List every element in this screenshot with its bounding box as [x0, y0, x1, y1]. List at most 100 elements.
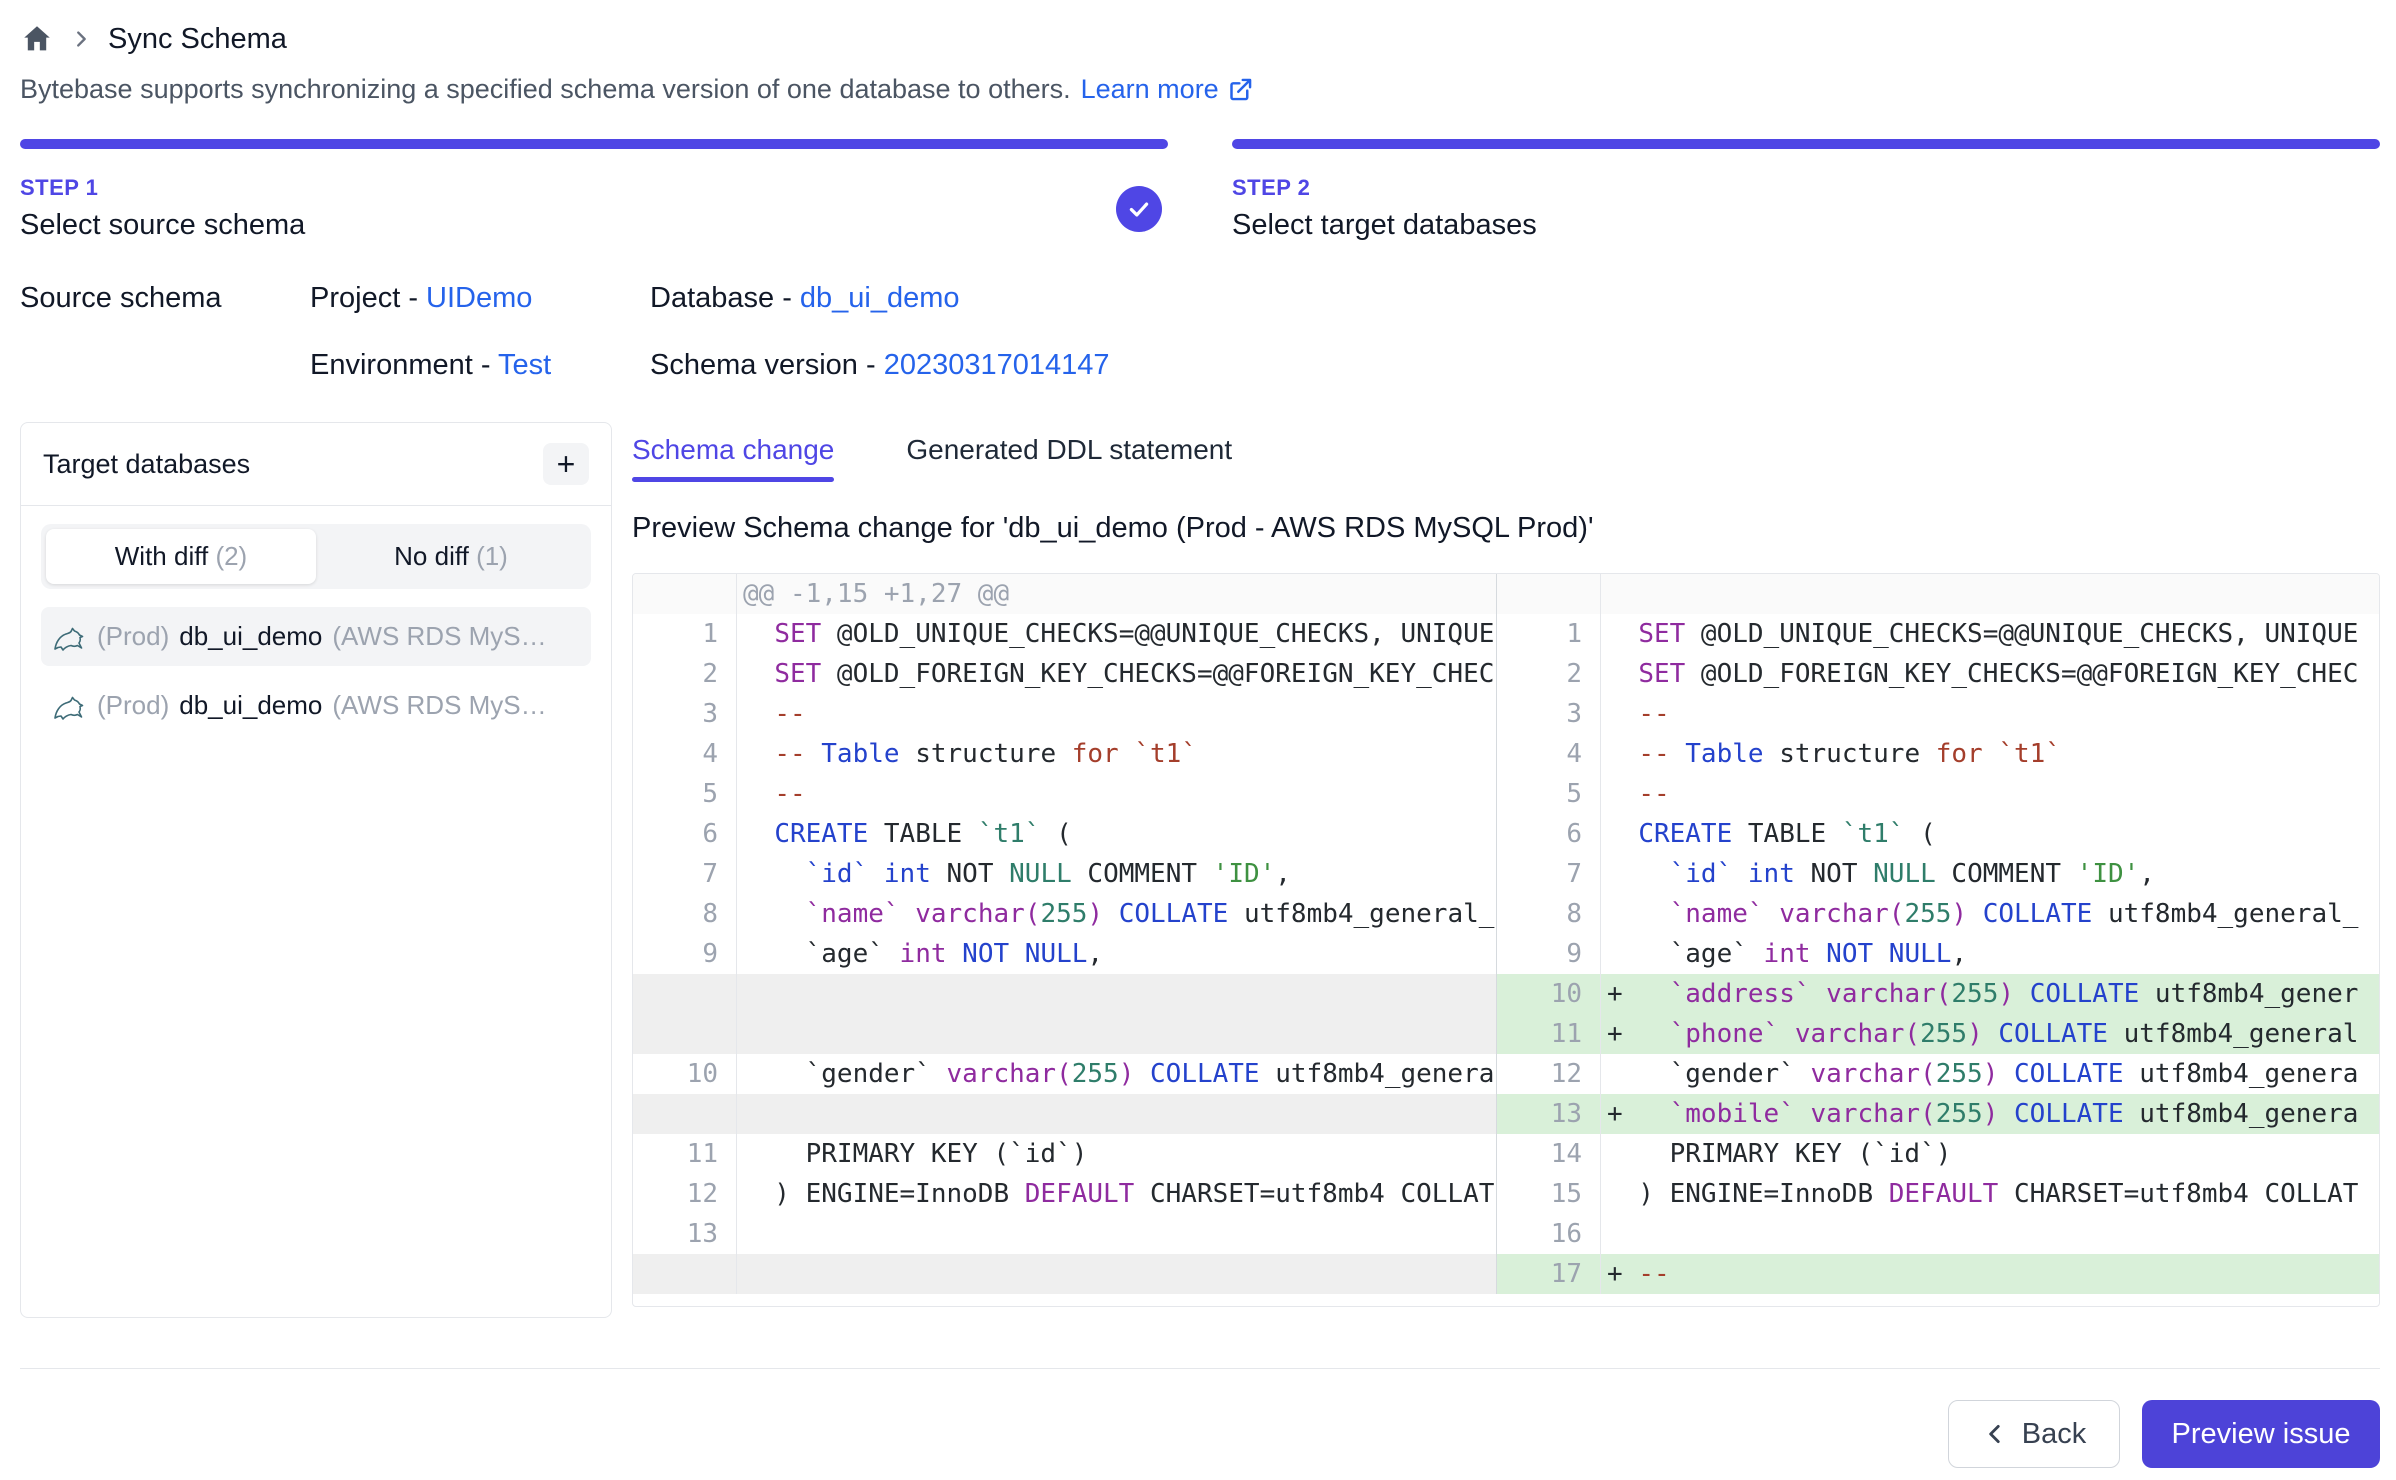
diff-code-left: `id` int NOT NULL COMMENT 'ID', — [737, 854, 1497, 894]
db-environment: (Prod) — [97, 690, 169, 721]
diff-code-right: + `address` varchar(255) COLLATE utf8mb4… — [1601, 974, 2379, 1014]
diff-code-left: CREATE TABLE `t1` ( — [737, 814, 1497, 854]
step-2-title: Select target databases — [1232, 209, 1537, 242]
diff-code-right: `gender` varchar(255) COLLATE utf8mb4_ge… — [1601, 1054, 2379, 1094]
db-environment: (Prod) — [97, 621, 169, 652]
diff-line-number-left: 8 — [633, 894, 737, 934]
learn-more-link[interactable]: Learn more — [1081, 74, 1254, 105]
diff-code-left — [737, 1214, 1497, 1254]
environment-link[interactable]: Test — [498, 349, 551, 381]
tab-generated-ddl-statement[interactable]: Generated DDL statement — [906, 434, 1232, 482]
diff-code-right: -- — [1601, 694, 2379, 734]
diff-line-number-right: 17 — [1497, 1254, 1601, 1294]
source-schema-label: Source schema — [20, 282, 310, 382]
diff-header-gutter-right — [1497, 574, 1601, 614]
step-1-label: STEP 1 — [20, 175, 305, 201]
step-2-label: STEP 2 — [1232, 175, 1537, 201]
target-databases-title: Target databases — [43, 449, 250, 480]
diff-line-number-right: 3 — [1497, 694, 1601, 734]
diff-code-right: `id` int NOT NULL COMMENT 'ID', — [1601, 854, 2379, 894]
diff-line-number-left: 6 — [633, 814, 737, 854]
source-schema-summary: Source schema Project - UIDemo Database … — [20, 282, 2380, 382]
diff-line-number-left: 3 — [633, 694, 737, 734]
back-button[interactable]: Back — [1948, 1400, 2120, 1468]
diff-code-left: PRIMARY KEY (`id`) — [737, 1134, 1497, 1174]
diff-line-number-right: 15 — [1497, 1174, 1601, 1214]
diff-line-number-left: 9 — [633, 934, 737, 974]
diff-code-right — [1601, 1214, 2379, 1254]
schema-version-link[interactable]: 20230317014147 — [884, 349, 1110, 381]
target-databases-panel: Target databases + With diff (2)No diff … — [20, 422, 612, 1318]
diff-code-right: -- Table structure for `t1` — [1601, 734, 2379, 774]
mysql-icon — [53, 622, 87, 652]
diff-line-number-right: 9 — [1497, 934, 1601, 974]
diff-code-left: `gender` varchar(255) COLLATE utf8mb4_ge… — [737, 1054, 1497, 1094]
diff-code-right: SET @OLD_FOREIGN_KEY_CHECKS=@@FOREIGN_KE… — [1601, 654, 2379, 694]
target-database-list: (Prod) db_ui_demo (AWS RDS MyS…(Prod) db… — [41, 607, 591, 735]
db-instance: (AWS RDS MyS… — [332, 690, 546, 721]
diff-line-number-right: 7 — [1497, 854, 1601, 894]
diff-line-number-left: 4 — [633, 734, 737, 774]
diff-line-number-right: 1 — [1497, 614, 1601, 654]
diff-code-left: -- — [737, 774, 1497, 814]
step-1-completed-check-icon — [1116, 186, 1162, 232]
diff-code-left — [737, 1094, 1497, 1134]
diff-line-number-right: 11 — [1497, 1014, 1601, 1054]
diff-code-left — [737, 1254, 1497, 1294]
diff-line-number-left — [633, 974, 737, 1014]
diff-code-right: CREATE TABLE `t1` ( — [1601, 814, 2379, 854]
diff-code-right: ) ENGINE=InnoDB DEFAULT CHARSET=utf8mb4 … — [1601, 1174, 2379, 1214]
diff-line-number-right: 6 — [1497, 814, 1601, 854]
diff-line-number-left: 11 — [633, 1134, 737, 1174]
tab-schema-change[interactable]: Schema change — [632, 434, 834, 482]
external-link-icon — [1227, 76, 1254, 103]
schema-diff-viewer[interactable]: @@ -1,15 +1,27 @@1 SET @OLD_UNIQUE_CHECK… — [632, 573, 2380, 1307]
stepper: STEP 1 Select source schema STEP 2 Selec… — [20, 139, 2380, 242]
diff-code-left: `age` int NOT NULL, — [737, 934, 1497, 974]
diff-code-left: ) ENGINE=InnoDB DEFAULT CHARSET=utf8mb4 … — [737, 1174, 1497, 1214]
home-icon[interactable] — [20, 22, 54, 56]
diff-line-number-left: 10 — [633, 1054, 737, 1094]
diff-code-right: + `phone` varchar(255) COLLATE utf8mb4_g… — [1601, 1014, 2379, 1054]
step-1-bar — [20, 139, 1168, 149]
preview-tabs: Schema change Generated DDL statement — [632, 422, 2380, 482]
diff-line-number-left: 12 — [633, 1174, 737, 1214]
diff-code-right: + `mobile` varchar(255) COLLATE utf8mb4_… — [1601, 1094, 2379, 1134]
environment-field: Environment - Test — [310, 349, 650, 382]
diff-line-number-right: 5 — [1497, 774, 1601, 814]
diff-line-number-left: 2 — [633, 654, 737, 694]
diff-grid: @@ -1,15 +1,27 @@1 SET @OLD_UNIQUE_CHECK… — [633, 574, 2379, 1294]
back-label: Back — [2022, 1418, 2086, 1451]
diff-header-gutter-left — [633, 574, 737, 614]
breadcrumb: Sync Schema — [20, 18, 2380, 60]
db-name: db_ui_demo — [179, 690, 322, 721]
diff-code-right: SET @OLD_UNIQUE_CHECKS=@@UNIQUE_CHECKS, … — [1601, 614, 2379, 654]
diff-line-number-right: 12 — [1497, 1054, 1601, 1094]
target-database-item[interactable]: (Prod) db_ui_demo (AWS RDS MyS… — [41, 607, 591, 666]
diff-filter-tab-no-diff[interactable]: No diff (1) — [316, 529, 586, 584]
project-link[interactable]: UIDemo — [426, 282, 532, 314]
preview-issue-button[interactable]: Preview issue — [2142, 1400, 2380, 1468]
preview-title: Preview Schema change for 'db_ui_demo (P… — [632, 512, 2380, 545]
diff-code-right: + -- — [1601, 1254, 2379, 1294]
diff-line-number-right: 16 — [1497, 1214, 1601, 1254]
chevron-right-icon — [70, 28, 92, 50]
page-title: Sync Schema — [108, 23, 287, 56]
diff-code-left: SET @OLD_UNIQUE_CHECKS=@@UNIQUE_CHECKS, … — [737, 614, 1497, 654]
target-database-item[interactable]: (Prod) db_ui_demo (AWS RDS MyS… — [41, 676, 591, 735]
learn-more-label: Learn more — [1081, 74, 1219, 105]
diff-filter-segmented-control: With diff (2)No diff (1) — [41, 524, 591, 589]
step-2: STEP 2 Select target databases — [1232, 139, 2380, 242]
diff-code-left: -- — [737, 694, 1497, 734]
diff-line-number-left: 13 — [633, 1214, 737, 1254]
db-instance: (AWS RDS MyS… — [332, 621, 546, 652]
diff-line-number-left — [633, 1094, 737, 1134]
add-target-database-button[interactable]: + — [543, 443, 589, 485]
diff-line-number-left — [633, 1254, 737, 1294]
diff-code-right: `name` varchar(255) COLLATE utf8mb4_gene… — [1601, 894, 2379, 934]
diff-code-left: `name` varchar(255) COLLATE utf8mb4_gene… — [737, 894, 1497, 934]
diff-line-number-right: 13 — [1497, 1094, 1601, 1134]
database-link[interactable]: db_ui_demo — [800, 282, 960, 314]
sync-schema-page: Sync Schema Bytebase supports synchroniz… — [0, 0, 2396, 1480]
diff-filter-tab-with-diff[interactable]: With diff (2) — [46, 529, 316, 584]
